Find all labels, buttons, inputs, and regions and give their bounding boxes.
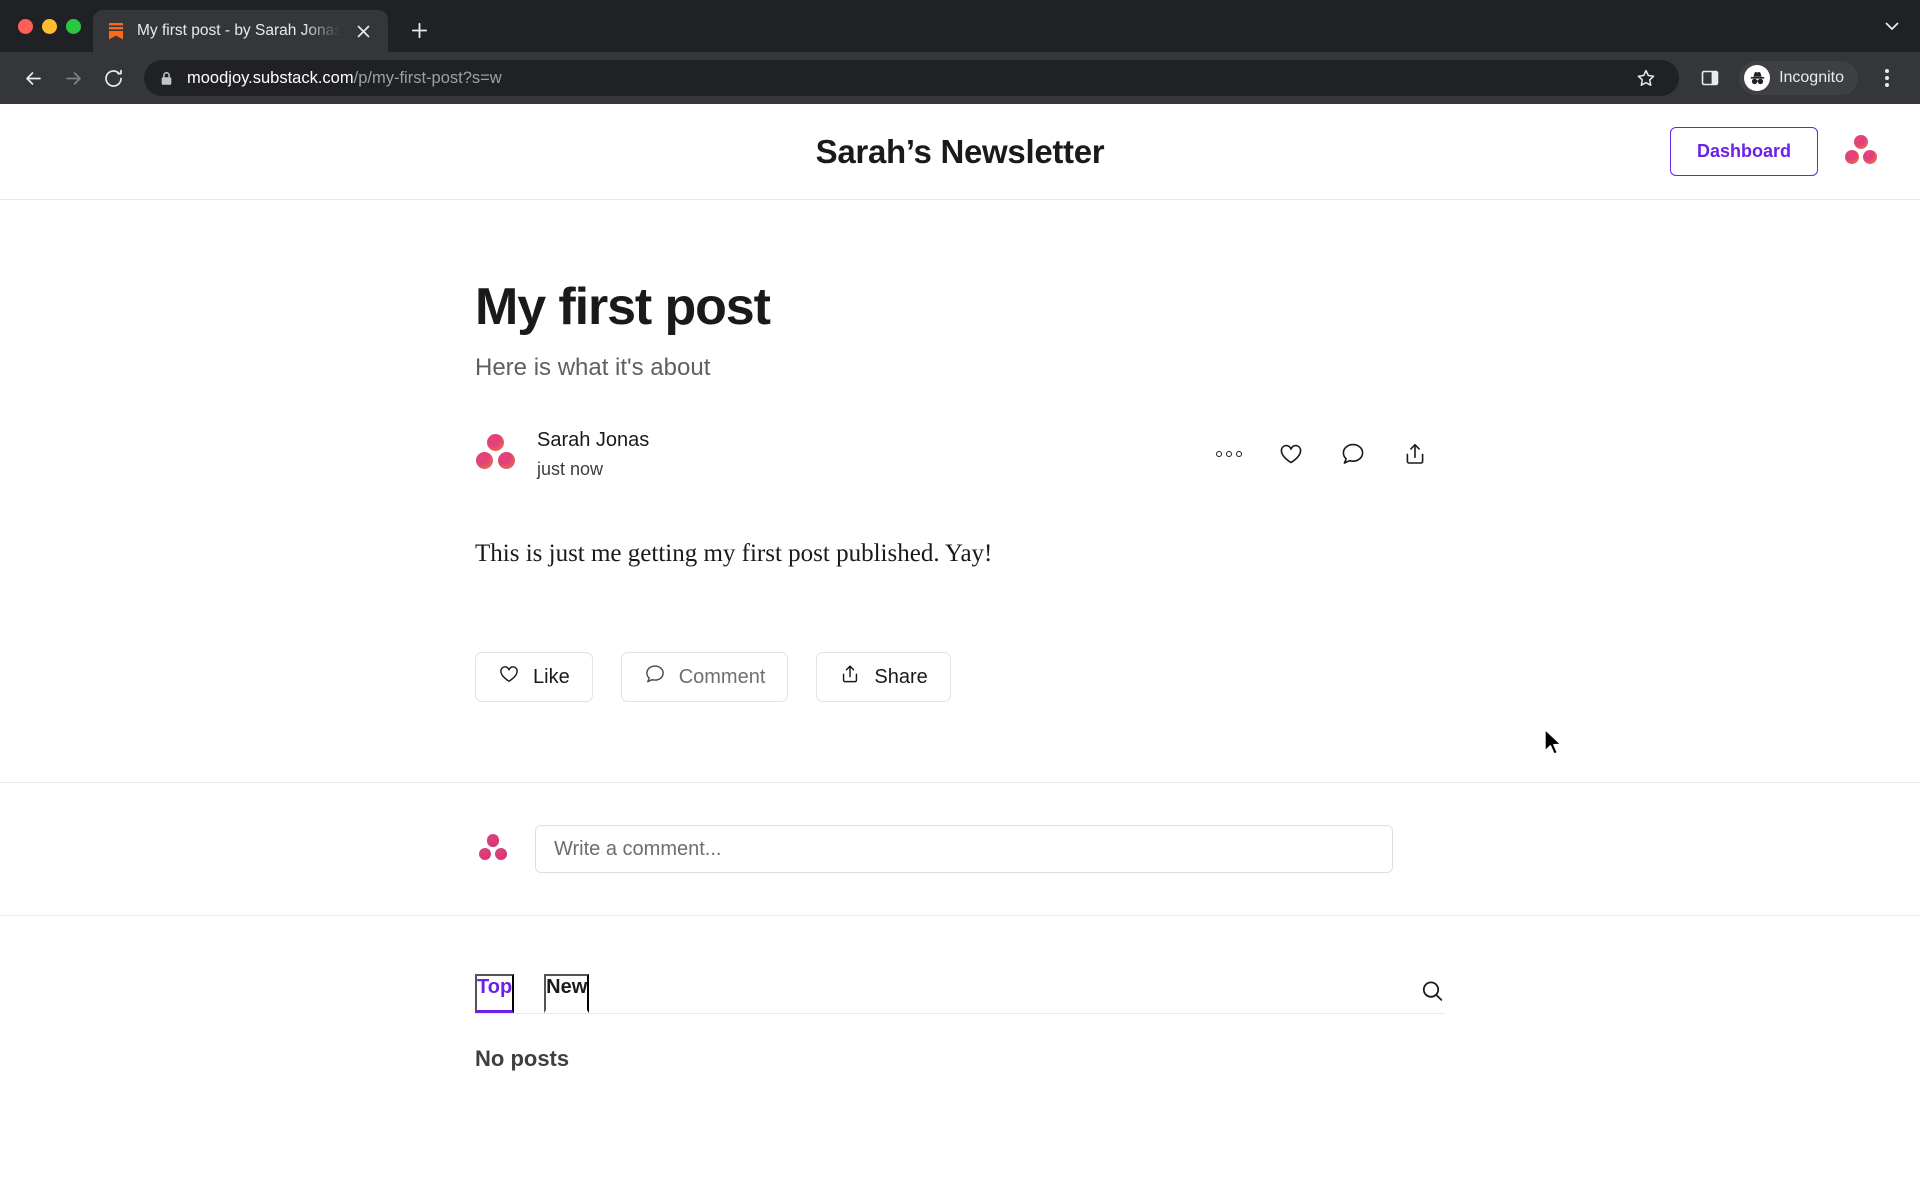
posts-section: Top New No posts <box>475 916 1445 1072</box>
window-traffic-lights <box>14 0 93 52</box>
site-header: Sarah’s Newsletter Dashboard <box>0 104 1920 200</box>
post-title: My first post <box>475 278 771 336</box>
comment-button[interactable]: Comment <box>620 652 789 703</box>
site-header-actions: Dashboard <box>1669 127 1878 176</box>
comment-input[interactable] <box>535 825 1393 874</box>
tab-strip-right-controls <box>1882 0 1902 52</box>
share-button-label: Share <box>874 665 928 688</box>
post-subtitle: Here is what it's about <box>475 354 711 382</box>
comment-button-label: Comment <box>678 665 766 688</box>
dashboard-button[interactable]: Dashboard <box>1669 127 1818 176</box>
posts-tab-bar: Top New <box>475 968 1445 1015</box>
incognito-profile-pill[interactable]: Incognito <box>1739 61 1858 95</box>
like-heart-icon[interactable] <box>1278 441 1304 467</box>
close-window-button[interactable] <box>18 18 33 34</box>
author-name[interactable]: Sarah Jonas <box>537 427 649 454</box>
tab-close-icon[interactable] <box>350 18 376 44</box>
page-viewport: Sarah’s Newsletter Dashboard My first po… <box>0 104 1920 1200</box>
share-button[interactable]: Share <box>816 652 951 703</box>
minimize-window-button[interactable] <box>42 18 57 34</box>
incognito-hat-icon <box>1744 65 1771 91</box>
back-arrow-icon[interactable] <box>16 61 50 95</box>
browser-tab-title: My first post - by Sarah Jonas <box>137 22 340 39</box>
tab-new[interactable]: New <box>544 974 590 1014</box>
author-avatar[interactable] <box>475 434 515 474</box>
address-bar-url: moodjoy.substack.com/p/my-first-post?s=w <box>187 69 502 88</box>
side-panel-icon[interactable] <box>1693 61 1727 95</box>
like-button[interactable]: Like <box>475 652 593 703</box>
more-options-icon[interactable] <box>1215 450 1242 458</box>
search-icon[interactable] <box>1420 979 1445 1013</box>
posts-empty-state: No posts <box>475 1046 570 1072</box>
comment-composer-row <box>475 825 1445 874</box>
publication-title: Sarah’s Newsletter <box>815 132 1105 170</box>
heart-icon <box>498 663 520 691</box>
commenter-avatar <box>478 834 508 864</box>
url-path: /p/my-first-post?s=w <box>353 68 502 87</box>
share-icon[interactable] <box>1402 441 1428 467</box>
comment-composer <box>475 783 1445 915</box>
substack-favicon-icon <box>105 20 127 42</box>
byline-text: Sarah Jonas just now <box>537 427 649 482</box>
post-body-text: This is just me getting my first post pu… <box>475 540 993 568</box>
tab-top[interactable]: Top <box>475 974 515 1014</box>
maximize-window-button[interactable] <box>66 18 81 34</box>
omnibox-actions <box>1629 61 1663 95</box>
lock-icon <box>160 71 178 86</box>
page-content: My first post Here is what it's about Sa… <box>0 200 1920 1072</box>
star-icon[interactable] <box>1629 61 1663 95</box>
address-bar[interactable]: moodjoy.substack.com/p/my-first-post?s=w <box>144 60 1680 96</box>
like-button-label: Like <box>533 665 570 688</box>
post-meta-actions <box>1215 441 1446 467</box>
incognito-label: Incognito <box>1779 69 1844 86</box>
share-arrow-icon <box>839 663 861 691</box>
speech-bubble-icon <box>644 663 666 691</box>
browser-tab-strip: My first post - by Sarah Jonas <box>0 0 1920 52</box>
comment-bubble-icon[interactable] <box>1340 441 1366 467</box>
reload-icon[interactable] <box>96 61 130 95</box>
tab-search-chevron-down-icon[interactable] <box>1882 16 1902 36</box>
kebab-menu-icon[interactable] <box>1870 61 1904 95</box>
browser-tab[interactable]: My first post - by Sarah Jonas <box>93 10 388 52</box>
site-avatar[interactable] <box>1844 134 1878 169</box>
new-tab-button[interactable] <box>400 11 438 49</box>
post-timestamp: just now <box>537 458 604 479</box>
browser-window: My first post - by Sarah Jonas moodjoy.s… <box>0 0 1920 1200</box>
post-column: My first post Here is what it's about Sa… <box>475 200 1445 782</box>
url-host: moodjoy.substack.com <box>187 68 354 87</box>
post-action-buttons: Like Comment Share <box>475 652 1445 782</box>
forward-arrow-icon[interactable] <box>56 61 90 95</box>
post-byline: Sarah Jonas just now <box>475 426 1445 482</box>
browser-toolbar: moodjoy.substack.com/p/my-first-post?s=w <box>0 52 1920 104</box>
